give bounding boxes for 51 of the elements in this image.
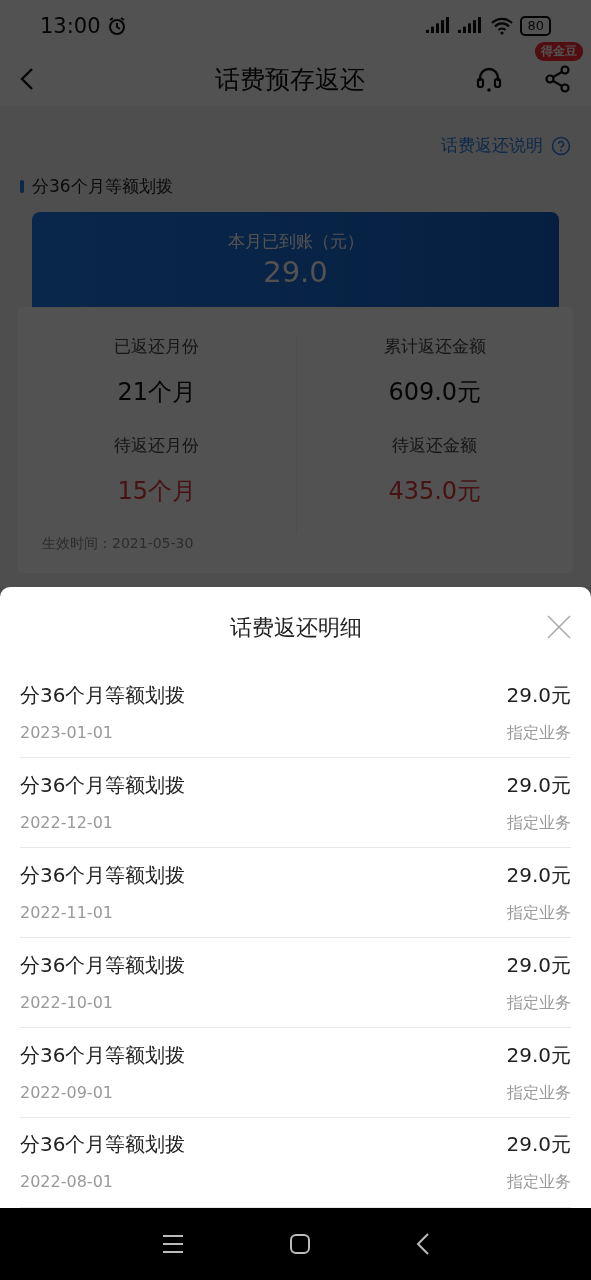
status-time: 13:00 — [40, 14, 101, 38]
record-type: 指定业务 — [506, 902, 571, 924]
stat-value: 15个月 — [117, 476, 196, 507]
home-icon[interactable] — [288, 1233, 311, 1255]
record-amount: 29.0元 — [506, 861, 571, 889]
record-type: 指定业务 — [506, 992, 571, 1014]
reward-badge: 得金豆 — [535, 42, 583, 61]
record-title: 分36个月等额划拨 — [20, 1131, 187, 1159]
stat-label: 已返还月份 — [114, 335, 200, 358]
record-date: 2022-08-01 — [20, 1172, 114, 1194]
record-date: 2022-09-01 — [20, 1082, 114, 1104]
battery-level: 80 — [520, 16, 551, 36]
record-type: 指定业务 — [506, 1082, 571, 1104]
alarm-icon — [106, 16, 127, 36]
record-date: 2022-10-01 — [20, 992, 114, 1014]
record-amount: 29.0元 — [506, 951, 571, 979]
record-title: 分36个月等额划拨 — [20, 771, 187, 799]
help-icon — [551, 135, 571, 156]
sheet-title: 话费返还明细 — [229, 613, 362, 642]
page-title: 话费预存返还 — [213, 63, 366, 96]
stat-value: 21个月 — [117, 377, 196, 408]
record-date: 2023-01-01 — [20, 722, 114, 744]
back-icon[interactable] — [415, 1232, 430, 1256]
menu-icon[interactable] — [161, 1234, 184, 1254]
headset-icon[interactable] — [475, 65, 503, 93]
stat-value: 435.0元 — [388, 476, 482, 507]
stat-label: 待返还金额 — [392, 434, 478, 457]
record-date: 2022-12-01 — [20, 812, 114, 834]
summary-amount: 29.0 — [263, 255, 328, 289]
close-button[interactable] — [547, 615, 571, 639]
section-title: 分36个月等额划拨 — [32, 175, 173, 198]
record-amount: 29.0元 — [506, 1131, 571, 1159]
record-type: 指定业务 — [506, 722, 571, 744]
stat-label: 待返还月份 — [114, 434, 200, 457]
record-amount: 29.0元 — [506, 1041, 571, 1069]
explain-link[interactable]: 话费返还说明 — [441, 134, 571, 157]
stat-label: 累计返还金额 — [383, 335, 486, 358]
record-type: 指定业务 — [506, 812, 571, 834]
record-amount: 29.0元 — [506, 771, 571, 799]
summary-label: 本月已到账（元） — [227, 230, 364, 253]
stat-value: 609.0元 — [388, 377, 482, 408]
record-amount: 29.0元 — [506, 681, 571, 709]
record-type: 指定业务 — [506, 1172, 571, 1194]
record-title: 分36个月等额划拨 — [20, 1041, 187, 1069]
back-button[interactable] — [20, 67, 34, 91]
record-date: 2022-11-01 — [20, 902, 114, 924]
record-title: 分36个月等额划拨 — [20, 951, 187, 979]
share-icon[interactable] — [545, 65, 571, 93]
record-title: 分36个月等额划拨 — [20, 681, 187, 709]
record-title: 分36个月等额划拨 — [20, 861, 187, 889]
wifi-icon — [490, 17, 515, 35]
